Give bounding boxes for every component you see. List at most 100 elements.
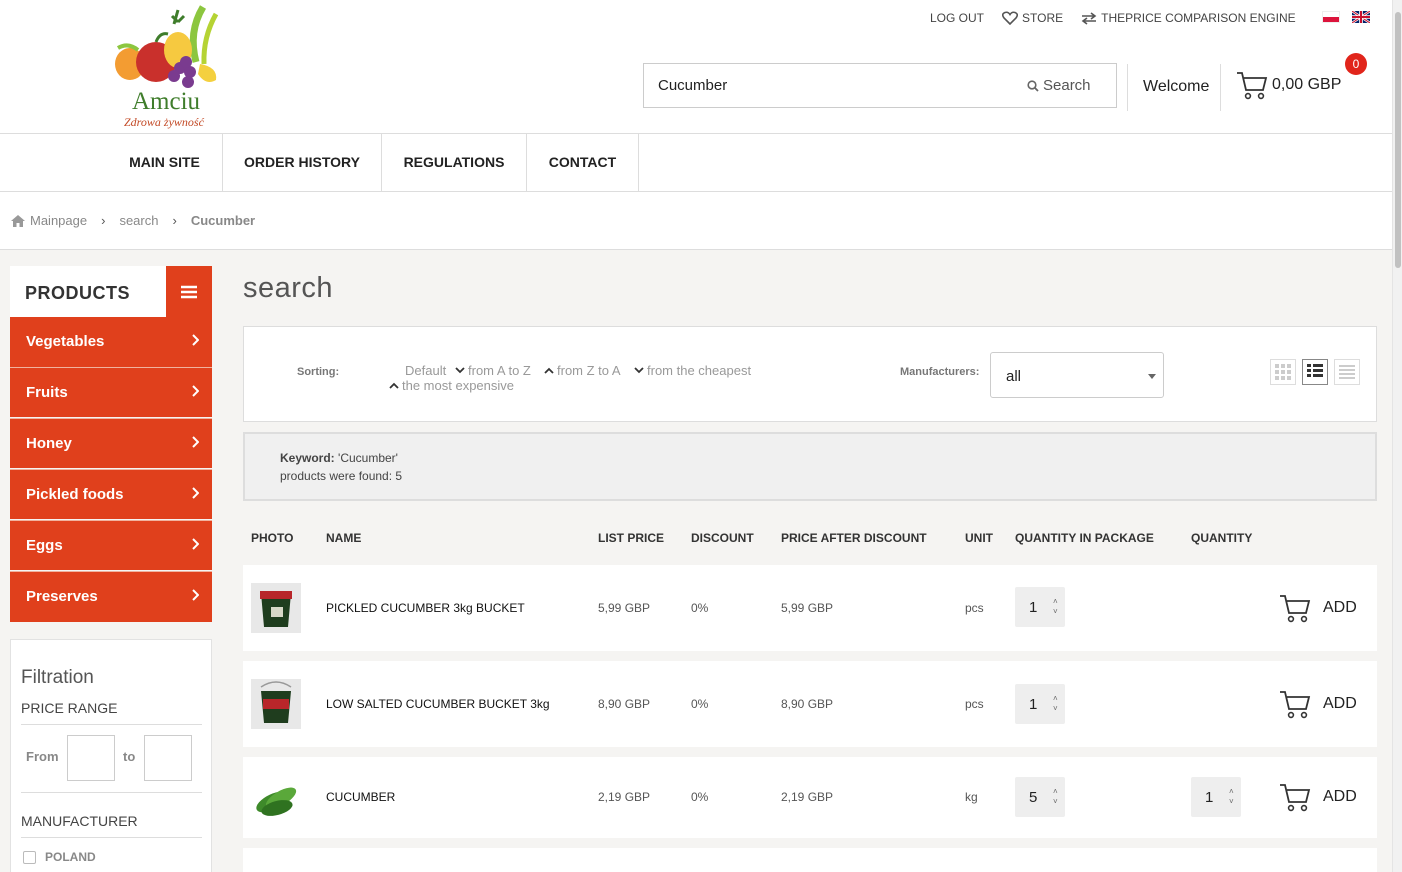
sort-z-a[interactable]: from Z to A — [544, 363, 621, 378]
column-quantity: QUANTITY — [1191, 531, 1253, 545]
stepper-arrows-icon[interactable]: ˄ ˅ — [1229, 787, 1234, 807]
category-label: Eggs — [26, 537, 63, 554]
quantity-in-package-value: 5 — [1029, 789, 1038, 806]
manufacturers-select[interactable]: all — [990, 352, 1164, 398]
quantity-in-package-stepper[interactable]: 1 ˄ ˅ — [1015, 684, 1065, 724]
chevron-right-icon — [192, 487, 199, 499]
sort-most-expensive[interactable]: the most expensive — [389, 378, 514, 393]
category-label: Vegetables — [26, 333, 105, 350]
product-photo[interactable] — [251, 772, 301, 822]
sort-a-z[interactable]: from A to Z — [455, 363, 531, 378]
product-price-after-discount: 2,19 GBP — [781, 790, 834, 804]
stepper-arrows-icon[interactable]: ˄ ˅ — [1053, 787, 1058, 807]
product-discount: 0% — [691, 697, 709, 711]
product-list-price: 8,90 GBP — [598, 697, 651, 711]
product-row: LOW SALTED CUCUMBER BUCKET 3kg 8,90 GBP … — [243, 661, 1377, 747]
store-link-label: STORE — [1022, 11, 1064, 25]
search-button[interactable]: Search — [1027, 77, 1091, 94]
add-to-cart-button[interactable]: ADD — [1279, 689, 1357, 719]
page-scrollbar[interactable] — [1392, 0, 1402, 872]
chevron-right-icon — [192, 538, 199, 550]
chevron-down-icon — [455, 367, 465, 374]
price-to-input[interactable] — [144, 735, 192, 781]
nav-regulations[interactable]: REGULATIONS — [382, 134, 527, 192]
logo-tagline: Zdrowa żywność — [124, 115, 204, 129]
chevron-right-icon — [192, 436, 199, 448]
stepper-arrows-icon[interactable]: ˄ ˅ — [1053, 597, 1058, 617]
chevron-right-icon — [192, 334, 199, 346]
quantity-in-package-stepper[interactable]: 1 ˄ ˅ — [1015, 587, 1065, 627]
search-box: Search — [643, 63, 1117, 108]
grid-view-icon — [1275, 364, 1291, 380]
scrollbar-thumb[interactable] — [1395, 12, 1401, 268]
breadcrumb-current: Cucumber — [190, 213, 256, 228]
site-logo[interactable]: Amciu Zdrowa żywność — [108, 2, 238, 130]
stepper-arrows-icon[interactable]: ˄ ˅ — [1053, 694, 1058, 714]
menu-toggle-button[interactable] — [166, 266, 212, 317]
category-eggs[interactable]: Eggs — [10, 520, 212, 570]
results-count: products were found: 5 — [280, 469, 403, 483]
chevron-right-icon — [192, 385, 199, 397]
view-grid-button[interactable] — [1270, 359, 1296, 385]
header-divider — [1220, 64, 1221, 111]
product-discount: 0% — [691, 790, 709, 804]
price-from-input[interactable] — [67, 735, 115, 781]
product-photo[interactable] — [251, 583, 301, 633]
category-fruits[interactable]: Fruits — [10, 367, 212, 417]
add-button-label: ADD — [1323, 695, 1357, 712]
column-name: NAME — [326, 531, 362, 545]
view-table-button[interactable] — [1334, 359, 1360, 385]
quantity-stepper[interactable]: 1 ˄ ˅ — [1191, 777, 1241, 817]
manufacturer-option-label: POLAND — [45, 850, 96, 864]
breadcrumb: Mainpage › search › Cucumber — [0, 192, 1392, 250]
keyword-value: 'Cucumber' — [338, 451, 398, 465]
compare-link[interactable]: THEPRICE COMPARISON ENGINE — [1081, 11, 1296, 25]
category-label: Honey — [26, 435, 72, 452]
fruit-logo-icon — [115, 5, 219, 88]
store-link[interactable]: STORE — [1002, 11, 1063, 25]
quantity-in-package-stepper[interactable]: 5 ˄ ˅ — [1015, 777, 1065, 817]
quantity-in-package-value: 1 — [1029, 599, 1038, 616]
price-to-label: to — [123, 749, 136, 764]
uk-flag-icon[interactable] — [1352, 11, 1370, 23]
breadcrumb-separator: › — [172, 213, 177, 228]
polish-flag-icon[interactable] — [1322, 11, 1340, 23]
nav-main-site[interactable]: MAIN SITE — [107, 134, 223, 192]
sort-option-label: from A to Z — [468, 363, 531, 378]
search-input[interactable] — [658, 64, 1008, 107]
add-to-cart-button[interactable]: ADD — [1279, 593, 1357, 623]
category-honey[interactable]: Honey — [10, 418, 212, 468]
sorting-label: Sorting: — [297, 366, 340, 378]
products-title: PRODUCTS — [25, 283, 131, 303]
product-name[interactable]: CUCUMBER — [326, 790, 395, 804]
product-name[interactable]: LOW SALTED CUCUMBER BUCKET 3kg — [326, 697, 550, 711]
breadcrumb-search[interactable]: search — [119, 213, 158, 228]
category-preserves[interactable]: Preserves — [10, 571, 212, 622]
category-pickled-foods[interactable]: Pickled foods — [10, 469, 212, 519]
view-list-button[interactable] — [1302, 359, 1328, 385]
nav-contact[interactable]: CONTACT — [527, 134, 639, 192]
product-photo[interactable] — [251, 679, 301, 729]
price-range-title: PRICE RANGE — [21, 700, 118, 716]
category-vegetables[interactable]: Vegetables — [10, 317, 212, 367]
cart-button[interactable]: 0,00 GBP — [1236, 70, 1341, 100]
breadcrumb-home[interactable]: Mainpage — [30, 213, 87, 228]
manufacturer-checkbox[interactable] — [23, 851, 36, 864]
manufacturers-select-value: all — [1006, 368, 1022, 385]
filter-title: Filtration — [21, 667, 94, 688]
cart-total: 0,00 GBP — [1272, 76, 1342, 93]
nav-order-history[interactable]: ORDER HISTORY — [223, 134, 382, 192]
add-to-cart-button[interactable]: ADD — [1279, 782, 1357, 812]
main-nav: MAIN SITE ORDER HISTORY REGULATIONS CONT… — [0, 134, 1392, 192]
products-header: PRODUCTS — [10, 266, 212, 317]
sort-default[interactable]: Default — [405, 363, 446, 378]
cart-icon — [1280, 595, 1311, 623]
keyword-line: Keyword: 'Cucumber' — [280, 451, 398, 465]
product-name[interactable]: PICKLED CUCUMBER 3kg BUCKET — [326, 601, 525, 615]
logout-link[interactable]: LOG OUT — [930, 11, 984, 25]
chevron-up-icon — [544, 367, 554, 374]
category-label: Pickled foods — [26, 486, 124, 503]
category-label: Fruits — [26, 384, 68, 401]
sort-cheapest[interactable]: from the cheapest — [634, 363, 751, 378]
heart-icon — [1002, 11, 1019, 25]
